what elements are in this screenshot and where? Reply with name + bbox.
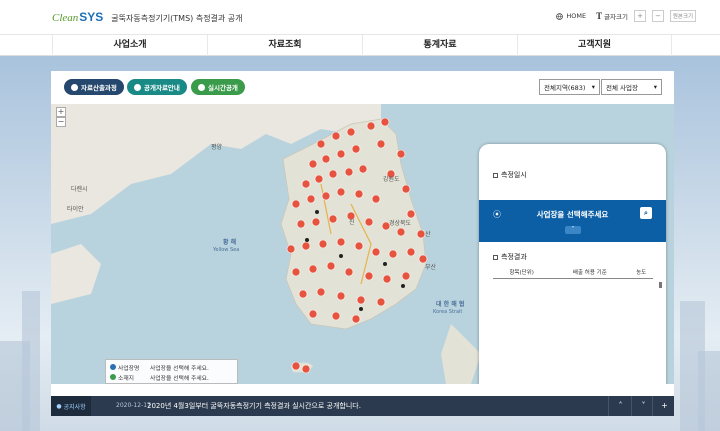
site-logo[interactable]: Clean SYS 굴뚝자동측정기기(TMS) 측정결과 공개	[52, 10, 243, 24]
notice-date: 2020-12-17	[116, 402, 151, 409]
top-header: Clean SYS 굴뚝자동측정기기(TMS) 측정결과 공개 HOME T 글…	[0, 0, 720, 34]
logo-clean-text: Clean	[52, 12, 79, 24]
building-icon	[110, 364, 116, 370]
map-label-san: 산	[425, 231, 431, 238]
map-label-yellow-sea-en: Yellow Sea	[213, 247, 240, 253]
logo-sys-text: SYS	[79, 10, 104, 24]
realtime-label: 실시간공개	[208, 84, 238, 92]
globe-icon	[556, 12, 564, 20]
col-concentration: 농도	[629, 266, 653, 279]
chevron-down-icon: ▾	[653, 83, 657, 91]
map-label-dalian: 다롄시	[71, 186, 88, 193]
measure-time-title: 측정일시	[501, 171, 527, 179]
measure-time-heading: 측정일시	[493, 170, 527, 180]
legend-key: 사업장명	[118, 365, 140, 372]
map-toolbar: 자료산출과정 공개자료안내 실시간공개 전체지역(683) ▾ 전체 사업장 ▾	[51, 71, 674, 104]
map-legend: 사업장명 사업장을 선택해 주세요. 소재지 사업장을 선택해 주세요.	[105, 359, 238, 384]
data-process-label: 자료산출과정	[81, 84, 117, 92]
region-select-value: 전체지역(683)	[544, 84, 586, 92]
nav-item-data[interactable]: 자료조회	[207, 35, 362, 56]
map-label-gangwon: 강원도	[383, 176, 400, 183]
nav-item-stats[interactable]: 통계자료	[362, 35, 517, 56]
map-label-korea-strait-en: Korea Strait	[433, 309, 463, 315]
select-prompt-text: 사업장을 선택해주세요	[536, 210, 609, 219]
legend-key: 소재지	[118, 375, 134, 382]
zoom-in-button[interactable]: +	[56, 107, 66, 117]
map-view[interactable]: + − 평양 다롄시 타이안 황 해 Yellow Sea 강원도 경상북도 진…	[51, 104, 674, 384]
font-reset-button[interactable]: 원본크기	[670, 10, 696, 22]
col-item: 항목(단위)	[493, 266, 551, 279]
measure-result-heading: 측정결과	[493, 252, 527, 262]
location-pin-icon	[110, 374, 116, 380]
main-panel: 자료산출과정 공개자료안내 실시간공개 전체지역(683) ▾ 전체 사업장 ▾	[51, 71, 674, 416]
font-size-label: 글자크기	[604, 13, 628, 21]
map-label-pyeongyang: 평양	[211, 144, 223, 151]
map-label-taian: 타이안	[67, 206, 84, 213]
legend-row-address: 소재지 사업장을 선택해 주세요.	[110, 372, 233, 382]
result-table: 항목(단위) 배출 허용 기준 농도	[493, 266, 653, 279]
bullet-icon	[493, 254, 498, 260]
data-process-button[interactable]: 자료산출과정	[64, 79, 124, 95]
chevron-down-icon: ▾	[591, 83, 595, 91]
zoom-control: + −	[56, 107, 66, 127]
search-icon[interactable]: ⌕	[640, 207, 652, 219]
site-select-value: 전체 사업장	[606, 84, 638, 92]
map-label-gyeongbuk: 경상북도	[389, 220, 412, 227]
chevron-down-icon[interactable]: ˅	[565, 226, 581, 234]
data-info-button[interactable]: 공개자료안내	[127, 79, 187, 95]
table-header-row: 항목(단위) 배출 허용 기준 농도	[493, 266, 653, 279]
legend-value: 사업장을 선택해 주세요.	[150, 375, 209, 382]
people-icon	[198, 83, 205, 91]
map-label-jin: 진	[349, 219, 355, 226]
info-side-panel: 측정일시 ⦿ 사업장을 선택해주세요 ⌕ ˅ 측정결과 항목(단위) 배출 허용…	[479, 144, 666, 384]
font-increase-button[interactable]: +	[634, 10, 646, 22]
home-label: HOME	[566, 12, 587, 20]
info-icon	[134, 83, 141, 91]
nav-item-intro[interactable]: 사업소개	[52, 35, 207, 56]
home-link[interactable]: HOME	[556, 12, 586, 20]
notice-prev-button[interactable]: ˄	[608, 396, 632, 416]
legend-row-name: 사업장명 사업장을 선택해 주세요.	[110, 362, 233, 372]
scrollbar-thumb[interactable]	[659, 282, 662, 288]
map-label-yellow-sea: 황 해	[223, 239, 237, 246]
data-info-label: 공개자료안내	[144, 84, 180, 92]
legend-value: 사업장을 선택해 주세요.	[150, 365, 209, 372]
site-title: 굴뚝자동측정기기(TMS) 측정결과 공개	[111, 14, 243, 23]
nav-item-support[interactable]: 고객지원	[517, 35, 672, 56]
notice-message[interactable]: 2020년 4월3일부터 굴뚝자동측정기기 측정결과 실시간으로 공개합니다.	[147, 401, 361, 411]
font-size-icon: T	[596, 11, 603, 21]
person-icon: ●	[56, 402, 62, 410]
zoom-out-button[interactable]: −	[56, 117, 66, 127]
site-select-prompt[interactable]: ⦿ 사업장을 선택해주세요 ⌕ ˅	[479, 200, 666, 242]
site-select[interactable]: 전체 사업장 ▾	[601, 79, 662, 95]
bullet-icon	[493, 172, 498, 178]
realtime-button[interactable]: 실시간공개	[191, 79, 245, 95]
notice-ticker: ● 공지사항 2020-12-17 2020년 4월3일부터 굴뚝자동측정기기 …	[51, 396, 674, 416]
col-standard: 배출 허용 기준	[550, 266, 630, 279]
font-decrease-button[interactable]: −	[652, 10, 664, 22]
utility-bar: HOME T 글자크기 + − 원본크기	[556, 10, 696, 22]
map-label-korea-strait: 대 한 해 협	[436, 301, 465, 308]
check-icon	[71, 83, 78, 91]
main-nav: 사업소개 자료조회 통계자료 고객지원	[0, 34, 720, 56]
region-select[interactable]: 전체지역(683) ▾	[539, 79, 600, 95]
measure-result-title: 측정결과	[501, 253, 527, 261]
map-label-busan: 부산	[425, 264, 437, 271]
notice-tag-label: 공지사항	[63, 403, 86, 411]
notice-tag: ● 공지사항	[51, 396, 91, 416]
notice-more-button[interactable]: +	[652, 396, 676, 416]
font-size-control: T 글자크기	[596, 11, 628, 21]
